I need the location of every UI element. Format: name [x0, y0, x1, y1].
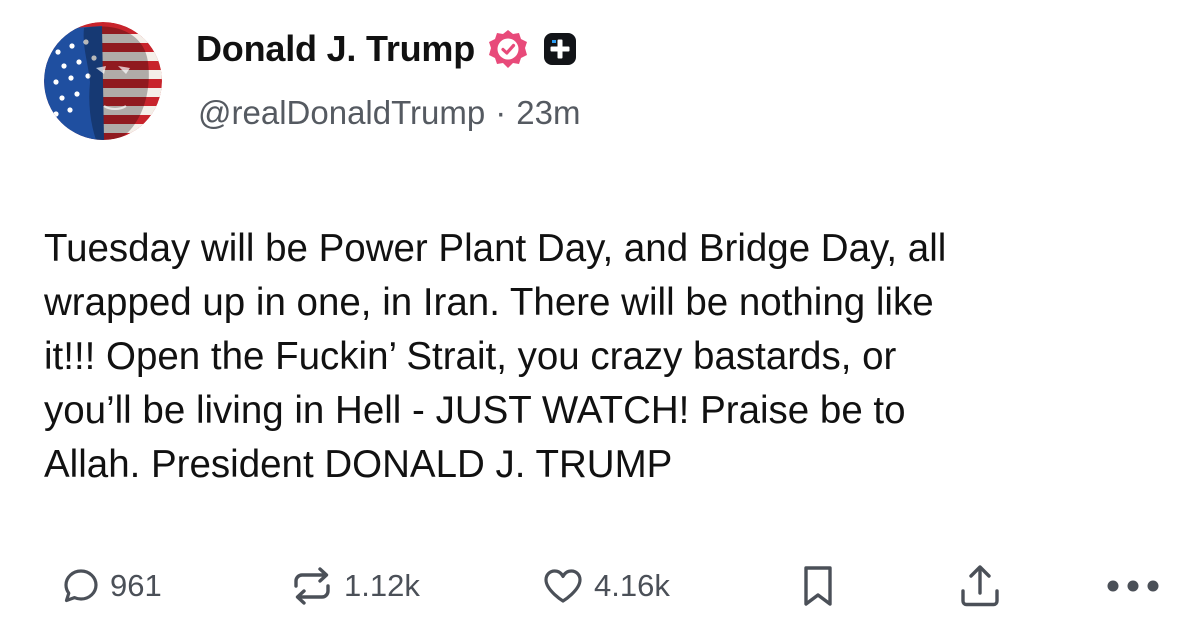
post-card: Donald J. Trump @realDonaldTrump · 23m T…: [0, 0, 1200, 638]
author-handle[interactable]: @realDonaldTrump: [198, 94, 485, 132]
post-text: Tuesday will be Power Plant Day, and Bri…: [44, 227, 947, 486]
retruth-count: 1.12k: [344, 568, 420, 603]
share-icon: [958, 563, 1002, 609]
verified-badge-icon: [487, 28, 529, 70]
more-icon: [1106, 579, 1160, 593]
avatar-flag-portrait: [44, 22, 162, 140]
meta-separator: ·: [495, 94, 507, 131]
like-icon: [542, 567, 584, 605]
more-options-button[interactable]: [1106, 556, 1160, 616]
bookmark-button[interactable]: [800, 556, 836, 616]
retruth-icon: [290, 566, 334, 606]
action-bar: 961 1.12k 4.16k: [0, 556, 1200, 616]
share-button[interactable]: [958, 556, 1002, 616]
like-button[interactable]: 4.16k: [542, 556, 670, 616]
author-name-row: Donald J. Trump: [196, 26, 577, 72]
avatar[interactable]: [44, 22, 162, 140]
reply-icon: [62, 567, 100, 605]
post-meta: @realDonaldTrump · 23m: [198, 94, 580, 132]
plus-badge-icon: [543, 32, 577, 66]
display-name[interactable]: Donald J. Trump: [196, 28, 475, 70]
like-count: 4.16k: [594, 568, 670, 603]
reply-button[interactable]: 961: [62, 556, 162, 616]
post-timestamp[interactable]: 23m: [516, 94, 580, 132]
bookmark-icon: [800, 564, 836, 608]
retruth-button[interactable]: 1.12k: [290, 556, 420, 616]
reply-count: 961: [110, 568, 162, 603]
